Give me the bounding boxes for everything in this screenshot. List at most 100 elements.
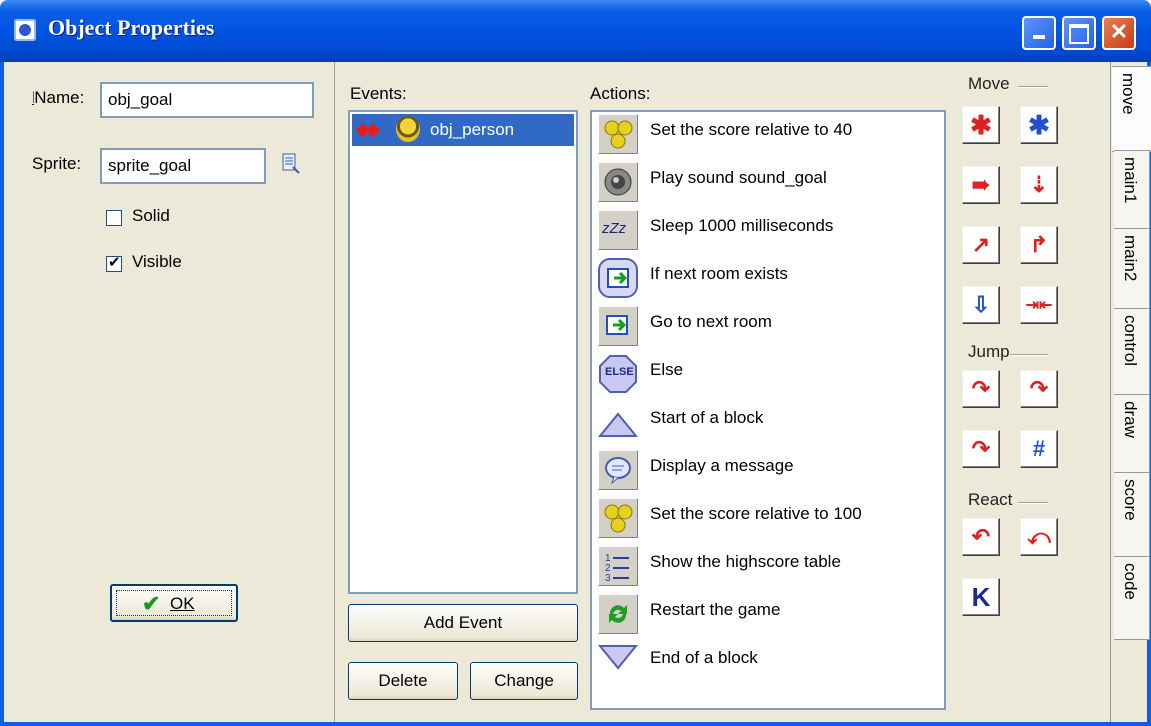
maximize-button[interactable] [1062,16,1096,50]
tab-label: main2 [1121,235,1140,282]
dialog-body: NName: obj_goal Sprite: sprite_goal Soli… [4,62,1151,722]
action-item[interactable]: zZz Sleep 1000 milliseconds [596,208,936,254]
add-event-button[interactable]: Add Event [348,604,578,642]
ok-button[interactable]: ✔ OK [110,584,238,622]
tab-score[interactable]: score [1114,472,1150,558]
move-towards-icon: ➠ [971,172,991,197]
tab-control[interactable]: control [1114,308,1150,396]
move-free-button[interactable]: ✱ [1020,106,1058,144]
move-fixed-button[interactable]: ✱ [962,106,1000,144]
arrow-down-blue-icon: ⇩ [971,292,991,317]
align-to-grid-button[interactable]: # [1020,430,1058,468]
event-label: obj_person [430,120,515,139]
jump-random-button[interactable]: ↷ [962,430,1000,468]
jump-to-start-button[interactable]: ↷ [1020,370,1058,408]
action-label: Set the score relative to 100 [650,504,862,523]
move-group-divider [1018,86,1048,88]
svg-text:3: 3 [605,573,611,584]
name-label: NName: [32,88,85,108]
action-label: Else [650,360,684,379]
visible-label: Visible [132,252,182,271]
reverse-horizontal-button[interactable]: ↶ [962,518,1000,556]
action-item[interactable]: ELSE Else [596,352,936,398]
action-label: Play sound sound_goal [650,168,827,187]
speed-horizontal-button[interactable]: ⇣ [1020,166,1058,204]
move-towards-button[interactable]: ➠ [962,166,1000,204]
reverse-vertical-button[interactable]: ⤺ [1020,518,1058,556]
action-item[interactable]: Go to next room [596,304,936,350]
title-bar[interactable]: Object Properties ✕ [0,0,1151,62]
jump-random-icon: ↷ [971,436,991,461]
action-label: End of a block [650,648,758,667]
tab-move[interactable]: move [1112,66,1151,152]
action-item[interactable]: 123 Show the highscore table [596,544,936,590]
action-label: If next room exists [650,264,788,283]
action-label: Restart the game [650,600,781,619]
action-item[interactable]: Set the score relative to 100 [596,496,936,542]
action-item[interactable]: Display a message [596,448,936,494]
tab-main2[interactable]: main2 [1114,228,1150,310]
action-item[interactable]: Restart the game [596,592,936,638]
window-title: Object Properties [48,15,215,40]
end-block-icon [597,642,639,682]
restart-icon [598,594,638,634]
grid-icon: # [1032,436,1046,461]
name-input[interactable]: obj_goal [100,82,314,118]
action-item[interactable]: Set the score relative to 40 [596,112,936,158]
name-label-text: Name: [34,88,85,107]
sprite-input[interactable]: sprite_goal [100,148,266,184]
action-item[interactable]: End of a block [596,640,936,686]
tab-label: code [1121,563,1140,600]
reverse-direction-button[interactable]: ↱ [1020,226,1058,264]
ok-label: OK [170,594,195,613]
jump-group-divider [1010,354,1048,356]
reverse-arrow-icon: ↱ [1029,232,1049,257]
action-item[interactable]: Play sound sound_goal [596,160,936,206]
solid-checkbox[interactable] [106,210,122,226]
actions-list[interactable]: Set the score relative to 40 Play sound … [590,110,946,710]
reverse-vertical-icon: ⤺ [1027,524,1051,549]
properties-panel: NName: obj_goal Sprite: sprite_goal Soli… [4,62,335,722]
sprite-browse-icon[interactable] [282,152,300,174]
sleep-icon: zZz [598,210,638,250]
close-button[interactable]: ✕ [1102,16,1136,50]
tab-draw[interactable]: draw [1114,394,1150,474]
if-next-room-icon [598,258,638,298]
gravity-arrow-icon: ↗ [971,232,991,257]
speed-vertical-button[interactable]: ⇩ [962,286,1000,324]
score-icon [598,114,638,154]
tab-label: score [1121,479,1140,521]
tab-main1[interactable]: main1 [1114,150,1150,232]
close-icon: ✕ [1109,19,1129,44]
action-label: Start of a block [650,408,764,427]
minimize-button[interactable] [1022,16,1056,50]
else-icon: ELSE [598,354,638,394]
set-gravity-button[interactable]: ↗ [962,226,1000,264]
maximize-icon [1069,24,1089,44]
score-icon [598,498,638,538]
minimize-icon [1033,35,1045,39]
reverse-horizontal-icon: ↶ [971,524,991,549]
visible-checkbox[interactable] [106,253,122,272]
delete-event-button[interactable]: Delete [348,662,458,700]
change-event-button[interactable]: Change [470,662,578,700]
app-icon [14,19,36,41]
solid-label: Solid [132,206,170,225]
tab-code[interactable]: code [1114,556,1150,640]
message-icon [598,450,638,490]
tab-label: draw [1121,401,1140,438]
event-item-obj-person[interactable]: ◆◆ obj_person [352,114,574,146]
speaker-icon [598,162,638,202]
action-item[interactable]: If next room exists [596,256,936,302]
set-friction-button[interactable]: ⇥⇤ [1020,286,1058,324]
action-label: Sleep 1000 milliseconds [650,216,834,235]
start-block-icon [597,402,639,442]
bounce-button[interactable]: K [962,578,1000,616]
jump-to-position-button[interactable]: ↷ [962,370,1000,408]
events-list[interactable]: ◆◆ obj_person [348,110,578,594]
else-text: ELSE [605,366,634,378]
tab-label: move [1119,73,1138,115]
action-item[interactable]: Start of a block [596,400,936,446]
sprite-label: Sprite: [32,154,82,173]
collision-arrows-icon: ◆◆ [356,119,380,139]
